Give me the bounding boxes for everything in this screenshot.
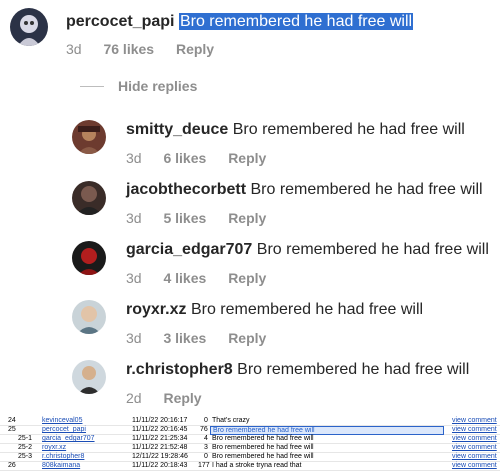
sheet-user[interactable]: r.christopher8 bbox=[42, 453, 84, 460]
comment-time: 3d bbox=[126, 270, 142, 286]
top-comment-text: Bro remembered he had free will bbox=[178, 13, 414, 30]
reply-meta-4: 3d 3 likes Reply bbox=[126, 330, 284, 346]
reply-line-1: smitty_deuce Bro remembered he had free … bbox=[126, 121, 465, 139]
reply-username[interactable]: smitty_deuce bbox=[126, 121, 228, 138]
avatar-roy[interactable] bbox=[72, 300, 106, 334]
reply-meta-1: 3d 6 likes Reply bbox=[126, 150, 284, 166]
sheet-id: 24 bbox=[8, 417, 16, 424]
reply-line-5: r.christopher8 Bro remembered he had fre… bbox=[126, 361, 469, 379]
view-comment-link[interactable]: view comment bbox=[452, 417, 497, 424]
sheet-text: Bro remembered he had free will bbox=[212, 435, 314, 442]
sheet-date: 11/11/22 20:18:43 bbox=[132, 462, 188, 469]
reply-line-2: jacobthecorbett Bro remembered he had fr… bbox=[126, 181, 483, 199]
sheet-text: Bro remembered he had free will bbox=[213, 427, 315, 434]
view-comment-link[interactable]: view comment bbox=[452, 462, 497, 469]
comment-time: 3d bbox=[126, 330, 142, 346]
reply-button[interactable]: Reply bbox=[228, 150, 266, 166]
sheet-user[interactable]: royxr.xz bbox=[42, 444, 66, 451]
sheet-id: 26 bbox=[8, 462, 16, 469]
sheet-id: 25-2 bbox=[18, 444, 33, 451]
sheet-row: 25-2 royxr.xz 11/11/22 21:52:48 3 Bro re… bbox=[0, 444, 500, 453]
reply-text: Bro remembered he had free will bbox=[237, 361, 470, 378]
comment-likes[interactable]: 4 likes bbox=[163, 270, 206, 286]
reply-username[interactable]: garcia_edgar707 bbox=[126, 241, 252, 258]
reply-text: Bro remembered he had free will bbox=[232, 121, 465, 138]
sheet-likes: 4 bbox=[204, 435, 208, 442]
sheet-text: Bro remembered he had free will bbox=[212, 444, 314, 451]
comment-likes[interactable]: 3 likes bbox=[163, 330, 206, 346]
view-comment-link[interactable]: view comment bbox=[452, 444, 497, 451]
sheet-text: Bro remembered he had free will bbox=[212, 453, 314, 460]
sheet-user[interactable]: 808kaimana bbox=[42, 462, 80, 469]
reply-meta-5: 2d Reply bbox=[126, 390, 220, 406]
view-comment-link[interactable]: view comment bbox=[452, 435, 497, 442]
sheet-date: 11/11/22 20:16:17 bbox=[132, 417, 188, 424]
sheet-row: 25-3 r.christopher8 12/11/22 19:28:46 0 … bbox=[0, 453, 500, 462]
sheet-id: 25 bbox=[8, 426, 16, 433]
sheet-row: 25 percocet_papi 11/11/22 20:16:45 76 Br… bbox=[0, 426, 500, 435]
view-comment-link[interactable]: view comment bbox=[452, 426, 497, 433]
sheet-date: 12/11/22 19:28:46 bbox=[132, 453, 188, 460]
sheet-row: 24 kevinceval05 11/11/22 20:16:17 0 That… bbox=[0, 417, 500, 426]
sheet-likes: 177 bbox=[198, 462, 210, 469]
reply-username[interactable]: jacobthecorbett bbox=[126, 181, 246, 198]
reply-text: Bro remembered he had free will bbox=[256, 241, 489, 258]
sheet-user[interactable]: kevinceval05 bbox=[42, 417, 82, 424]
sheet-likes: 76 bbox=[200, 426, 208, 433]
reply-username[interactable]: royxr.xz bbox=[126, 301, 186, 318]
spreadsheet-strip: 24 kevinceval05 11/11/22 20:16:17 0 That… bbox=[0, 417, 500, 471]
reply-username[interactable]: r.christopher8 bbox=[126, 361, 233, 378]
reply-line-4: royxr.xz Bro remembered he had free will bbox=[126, 301, 423, 319]
top-comment-username[interactable]: percocet_papi bbox=[66, 13, 174, 30]
comment-time: 3d bbox=[126, 150, 142, 166]
comment-time: 3d bbox=[66, 41, 82, 57]
sheet-id: 25-1 bbox=[18, 435, 33, 442]
sheet-text: That's crazy bbox=[212, 417, 250, 424]
sheet-date: 11/11/22 21:25:34 bbox=[132, 435, 188, 442]
sheet-text: I had a stroke tryna read that bbox=[212, 462, 302, 469]
reply-line-3: garcia_edgar707 Bro remembered he had fr… bbox=[126, 241, 489, 259]
avatar-top[interactable] bbox=[10, 8, 48, 46]
avatar-smitty[interactable] bbox=[72, 120, 106, 154]
avatar-jacob[interactable] bbox=[72, 181, 106, 215]
comment-time: 3d bbox=[126, 210, 142, 226]
sheet-id: 25-3 bbox=[18, 453, 33, 460]
comment-likes[interactable]: 5 likes bbox=[163, 210, 206, 226]
sheet-likes: 0 bbox=[204, 417, 208, 424]
reply-button[interactable]: Reply bbox=[228, 270, 266, 286]
sheet-row: 25-1 garcia_edgar707 11/11/22 21:25:34 4… bbox=[0, 435, 500, 444]
reply-meta-2: 3d 5 likes Reply bbox=[126, 210, 284, 226]
avatar-garcia[interactable] bbox=[72, 241, 106, 275]
sheet-date: 11/11/22 20:16:45 bbox=[132, 426, 188, 433]
reply-text: Bro remembered he had free will bbox=[250, 181, 483, 198]
reply-button[interactable]: Reply bbox=[176, 41, 214, 57]
top-comment-meta: 3d 76 likes Reply bbox=[66, 41, 232, 57]
hide-replies-button[interactable]: Hide replies bbox=[80, 78, 197, 94]
hide-replies-label: Hide replies bbox=[118, 78, 198, 94]
top-comment-line: percocet_papi Bro remembered he had free… bbox=[66, 13, 414, 31]
avatar-rchristopher[interactable] bbox=[72, 360, 106, 394]
sheet-likes: 3 bbox=[204, 444, 208, 451]
sheet-user[interactable]: garcia_edgar707 bbox=[42, 435, 95, 442]
reply-button[interactable]: Reply bbox=[228, 330, 266, 346]
comment-time: 2d bbox=[126, 390, 142, 406]
reply-button[interactable]: Reply bbox=[228, 210, 266, 226]
reply-text: Bro remembered he had free will bbox=[190, 301, 424, 318]
comment-likes[interactable]: 76 likes bbox=[103, 41, 154, 57]
comment-likes[interactable]: 6 likes bbox=[163, 150, 206, 166]
divider bbox=[80, 85, 104, 87]
sheet-date: 11/11/22 21:52:48 bbox=[132, 444, 188, 451]
view-comment-link[interactable]: view comment bbox=[452, 453, 497, 460]
sheet-user[interactable]: percocet_papi bbox=[42, 426, 86, 433]
reply-button[interactable]: Reply bbox=[163, 390, 201, 406]
selected-cell[interactable]: Bro remembered he had free will bbox=[210, 426, 444, 435]
sheet-likes: 0 bbox=[204, 453, 208, 460]
reply-meta-3: 3d 4 likes Reply bbox=[126, 270, 284, 286]
